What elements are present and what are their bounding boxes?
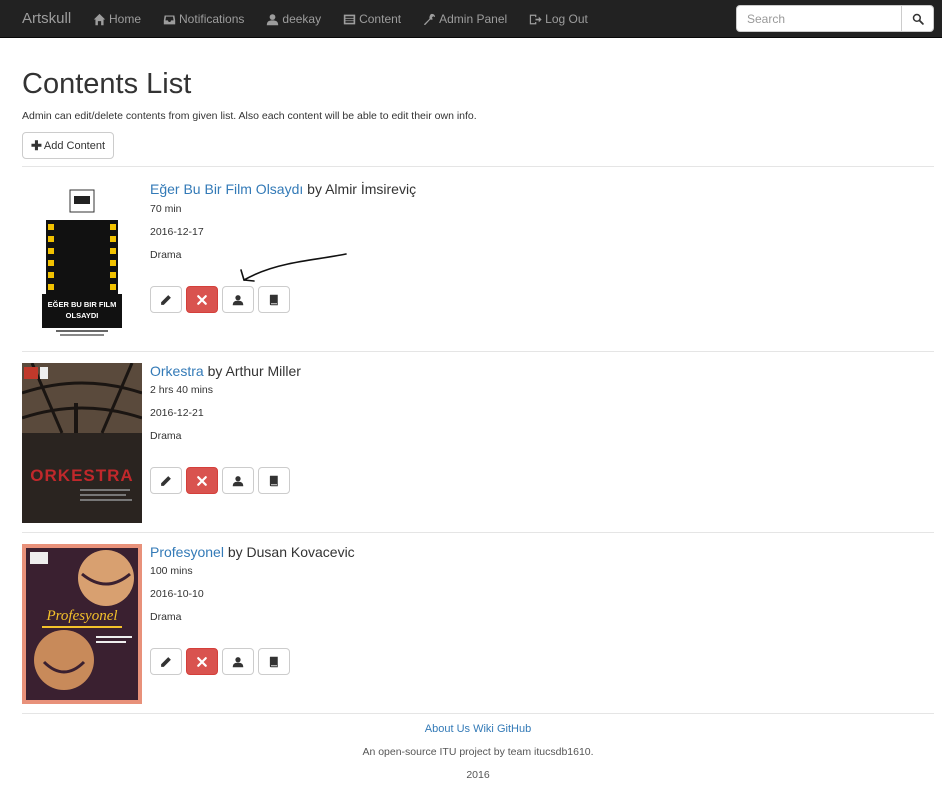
remove-icon [197, 475, 207, 486]
nav-notifications[interactable]: Notifications [163, 0, 244, 38]
remove-icon [197, 294, 207, 305]
nav-user[interactable]: deekay [266, 0, 321, 38]
content-title-link[interactable]: Profesyonel [150, 544, 224, 560]
footer-note: An open-source ITU project by team itucs… [362, 746, 594, 758]
content-author: Dusan Kovacevic [246, 544, 355, 560]
divider [22, 351, 934, 352]
content-genre: Drama [150, 611, 182, 623]
delete-button[interactable] [186, 286, 218, 313]
person-button[interactable] [222, 286, 254, 313]
content-poster[interactable]: ORKESTRA [22, 363, 142, 523]
divider [22, 713, 934, 714]
pencil-icon [161, 475, 171, 486]
navbar: Artskull Home Notifications deekay Conte… [0, 0, 942, 38]
wrench-icon [424, 13, 436, 25]
plus-icon: ✚ [30, 137, 42, 153]
poster-title-text: ORKESTRA [30, 466, 133, 485]
delete-button[interactable] [186, 467, 218, 494]
nav-admin-panel[interactable]: Admin Panel [423, 0, 507, 38]
footer-github-link[interactable]: GitHub [497, 723, 531, 735]
pencil-icon [161, 294, 171, 305]
home-icon [93, 13, 106, 25]
content-by: by [227, 544, 243, 560]
svg-text:EĞER BU BIR FILM: EĞER BU BIR FILM [48, 300, 117, 309]
page-description: Admin can edit/delete contents from give… [22, 110, 477, 122]
book-button[interactable] [258, 286, 290, 313]
nav-logout[interactable]: Log Out [529, 0, 588, 38]
book-icon [269, 475, 278, 486]
nav-menu: Home Notifications deekay Content Admin … [93, 0, 610, 38]
content-author: Almir İmsireviç [325, 181, 417, 197]
nav-home-label: Home [109, 12, 142, 26]
pencil-icon [161, 656, 171, 667]
add-content-button[interactable]: ✚ Add Content [22, 132, 114, 159]
poster-title-text: Profesyonel [45, 608, 117, 624]
add-content-label: Add Content [43, 139, 106, 152]
content-title-line: Profesyonel by Dusan Kovacevic [150, 544, 355, 560]
user-icon [267, 13, 279, 25]
footer-about-link[interactable]: About Us [425, 723, 470, 735]
search-icon [912, 13, 924, 25]
content-date: 2016-12-17 [150, 226, 204, 238]
delete-button[interactable] [186, 648, 218, 675]
nav-home[interactable]: Home [93, 0, 141, 38]
content-actions [150, 286, 290, 313]
nav-logout-label: Log Out [545, 12, 588, 26]
user-icon [232, 294, 244, 305]
content-genre: Drama [150, 249, 182, 261]
content-by: by [207, 363, 223, 379]
content-duration: 100 mins [150, 565, 193, 577]
content-date: 2016-10-10 [150, 588, 204, 600]
content-actions [150, 467, 290, 494]
content-genre: Drama [150, 430, 182, 442]
edit-button[interactable] [150, 648, 182, 675]
logout-icon [529, 14, 542, 24]
nav-notifications-label: Notifications [179, 12, 245, 26]
nav-user-label: deekay [282, 12, 322, 26]
book-icon [269, 656, 278, 667]
remove-icon [197, 656, 207, 667]
brand-link[interactable]: Artskull [22, 10, 71, 27]
content-duration: 2 hrs 40 mins [150, 384, 214, 396]
content-title-line: Orkestra by Arthur Miller [150, 363, 301, 379]
person-button[interactable] [222, 648, 254, 675]
divider [22, 166, 934, 167]
search-button[interactable] [901, 5, 934, 32]
content-actions [150, 648, 290, 675]
list-icon [343, 14, 356, 24]
nav-content[interactable]: Content [343, 0, 401, 38]
edit-button[interactable] [150, 286, 182, 313]
person-button[interactable] [222, 467, 254, 494]
content-title-link[interactable]: Orkestra [150, 363, 204, 379]
book-icon [269, 294, 278, 305]
inbox-icon [163, 14, 176, 24]
book-button[interactable] [258, 467, 290, 494]
footer-wiki-link[interactable]: Wiki [473, 723, 494, 735]
content-title-link[interactable]: Eğer Bu Bir Film Olsaydı [150, 181, 303, 197]
user-icon [232, 475, 244, 486]
content-by: by [307, 181, 322, 197]
content-duration: 70 min [150, 203, 182, 215]
edit-button[interactable] [150, 467, 182, 494]
divider [22, 532, 934, 533]
page-title: Contents List [22, 68, 192, 100]
search-input[interactable] [736, 5, 902, 32]
content-poster[interactable]: EĞER BU BIR FILM OLSAYDI [22, 184, 142, 344]
footer-year: 2016 [466, 769, 490, 781]
content-poster[interactable]: Profesyonel [22, 544, 142, 704]
content-author: Arthur Miller [225, 363, 301, 379]
nav-admin-panel-label: Admin Panel [439, 12, 508, 26]
svg-text:OLSAYDI: OLSAYDI [66, 311, 99, 320]
annotation-arrow [240, 253, 347, 282]
book-button[interactable] [258, 648, 290, 675]
user-icon [232, 656, 244, 667]
footer-links: About Us Wiki GitHub [0, 723, 942, 735]
nav-content-label: Content [359, 12, 402, 26]
content-title-line: Eğer Bu Bir Film Olsaydı by Almir İmsire… [150, 181, 416, 197]
content-date: 2016-12-21 [150, 407, 204, 419]
